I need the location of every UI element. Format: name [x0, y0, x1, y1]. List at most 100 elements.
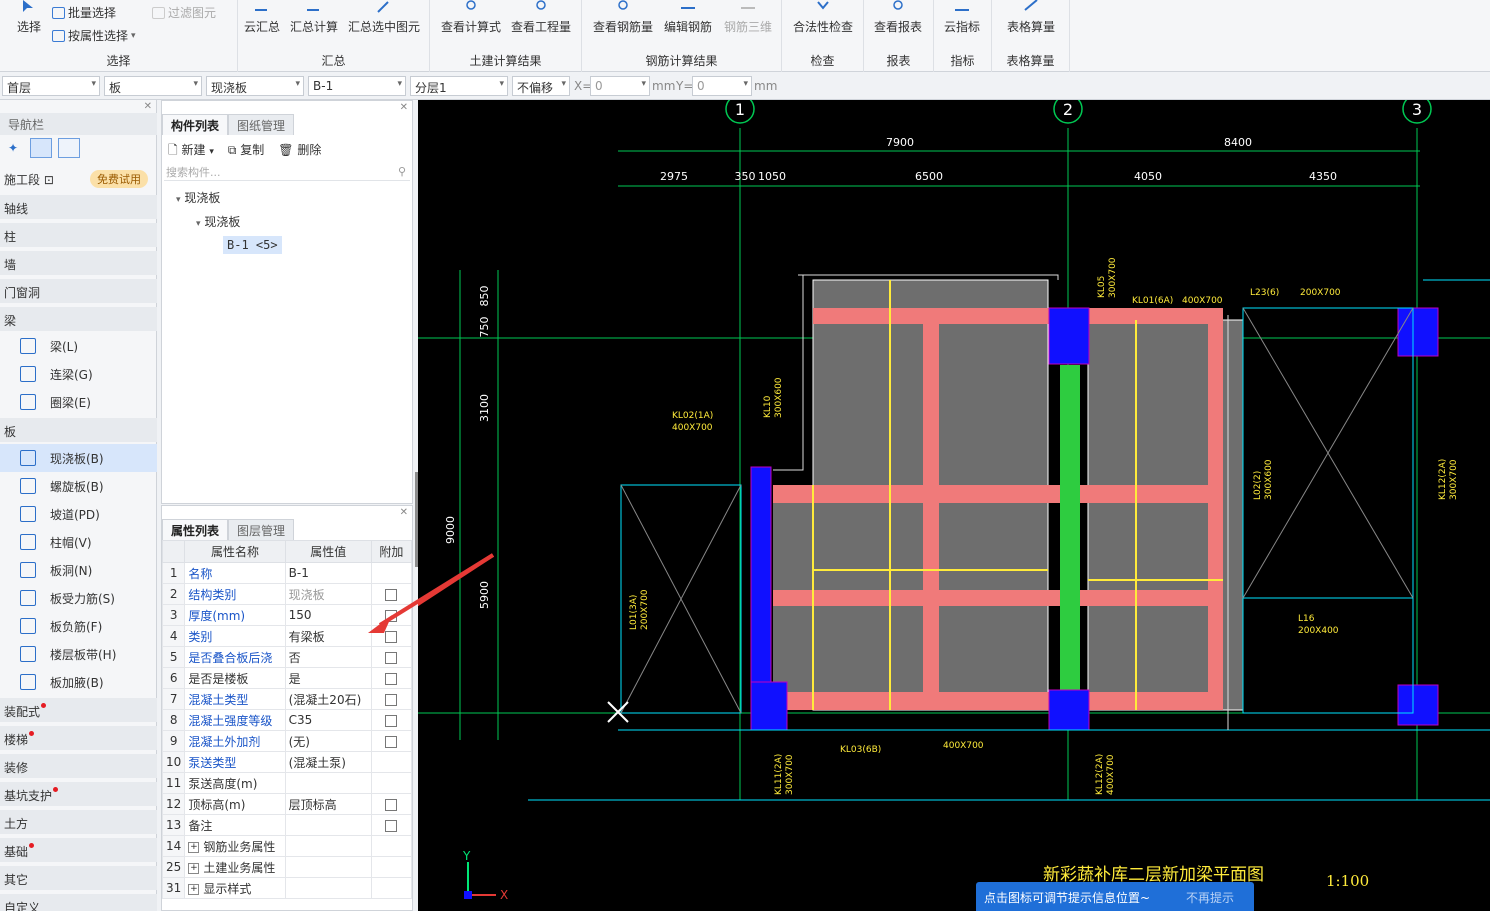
summary-calc-button[interactable]: 汇总计算 [288, 0, 340, 35]
cloud-summary-button[interactable]: 云汇总 [242, 0, 282, 35]
copy-button[interactable]: ⧉ 复制 [228, 141, 264, 157]
nav-item-ring-beam[interactable]: 圈梁(E) [0, 388, 157, 416]
expand-icon[interactable]: + [188, 862, 200, 874]
tree-root[interactable]: ▾ 现浇板 [176, 189, 220, 206]
extra-checkbox[interactable] [385, 651, 398, 664]
view-quantity-button[interactable]: 查看工程量 [508, 0, 574, 35]
tab-property-list[interactable]: 属性列表 [162, 519, 229, 540]
nav-cat-wall[interactable]: 墙 [0, 251, 157, 275]
property-value[interactable]: B-1 [284, 562, 372, 584]
close-icon[interactable]: ✕ [400, 507, 408, 518]
cloud-index-button[interactable]: 云指标 [940, 0, 984, 35]
property-row[interactable]: 14 + 钢筋业务属性 [161, 835, 413, 857]
tree-child[interactable]: ▾ 现浇板 [196, 213, 240, 230]
view-report-button[interactable]: 查看报表 [870, 0, 926, 35]
nav-item-floor-strip[interactable]: 楼层板带(H) [0, 640, 157, 668]
rebar-3d-button[interactable]: 钢筋三维 [720, 0, 776, 35]
nav-item-beam[interactable]: 梁(L) [0, 332, 157, 360]
edit-rebar-button[interactable]: 编辑钢筋 [660, 0, 716, 35]
property-row[interactable]: 9 混凝土外加剂 (无) [161, 730, 413, 752]
batch-select-button[interactable]: 批量选择 [52, 4, 116, 21]
select-button[interactable]: 选择 [14, 0, 44, 35]
x-input[interactable]: 0 [590, 76, 650, 96]
property-value[interactable]: (无) [284, 730, 372, 752]
extra-checkbox[interactable] [385, 693, 398, 706]
pin-icon[interactable]: ✦ [8, 141, 18, 155]
nav-cat-prefab[interactable]: 装配式 [0, 698, 157, 722]
nav-item-ramp[interactable]: 坡道(PD) [0, 500, 157, 528]
property-value[interactable] [284, 814, 372, 836]
extra-checkbox[interactable] [385, 672, 398, 685]
tab-drawing-manager[interactable]: 图纸管理 [228, 114, 295, 135]
property-row[interactable]: 7 混凝土类型 (混凝土20石) [161, 688, 413, 710]
nav-cat-axis[interactable]: 轴线 [0, 195, 157, 219]
property-value[interactable]: 否 [284, 646, 372, 668]
property-row[interactable]: 11 泵送高度(m) [161, 772, 413, 794]
property-row[interactable]: 25 + 土建业务属性 [161, 856, 413, 878]
property-row[interactable]: 5 是否叠合板后浇否 [161, 646, 413, 668]
property-value[interactable] [284, 772, 372, 794]
tab-component-list[interactable]: 构件列表 [162, 114, 229, 135]
filter-elements-button[interactable]: 过滤图元 [152, 4, 216, 21]
property-row[interactable]: 13 备注 [161, 814, 413, 836]
nav-item-cast-slab[interactable]: 现浇板(B) [0, 444, 157, 472]
property-value[interactable] [284, 835, 372, 857]
extra-checkbox[interactable] [385, 819, 398, 832]
property-value[interactable]: 有梁板 [284, 625, 372, 647]
property-row[interactable]: 6 是否是楼板是 [161, 667, 413, 689]
element-type-select[interactable]: 板 [104, 76, 202, 96]
offset-select[interactable]: 不偏移 [512, 76, 570, 96]
property-value[interactable]: 现浇板 [284, 583, 372, 605]
cad-canvas[interactable]: 1 2 3 7900 8400 2975 350 1050 6500 4050 … [415, 100, 1490, 911]
select-by-attr-button[interactable]: 按属性选择 ▾ [52, 27, 136, 44]
nav-item-slab-haunch[interactable]: 板加腋(B) [0, 668, 157, 696]
property-row[interactable]: 12 顶标高(m) 层顶标高 [161, 793, 413, 815]
component-select[interactable]: B-1 [308, 76, 406, 96]
layer-select[interactable]: 分层1 [410, 76, 508, 96]
nav-item-slab-rebar[interactable]: 板受力筋(S) [0, 584, 157, 612]
tab-layer-manager[interactable]: 图层管理 [228, 519, 295, 540]
new-button[interactable]: 🗋 新建 ▾ [168, 141, 214, 157]
property-value[interactable] [284, 877, 372, 899]
nav-cat-decor[interactable]: 装修 [0, 754, 157, 778]
free-trial-badge[interactable]: 免费试用 [90, 170, 148, 188]
extra-checkbox[interactable] [385, 735, 398, 748]
selected-beam[interactable] [1060, 365, 1080, 690]
nav-cat-pit[interactable]: 基坑支护 [0, 782, 157, 806]
search-input[interactable]: 搜索构件... [164, 163, 410, 181]
property-value[interactable]: (混凝土20石) [284, 688, 372, 710]
construction-segment[interactable]: 施工段 ⊡ [4, 171, 54, 188]
nav-item-negative-rebar[interactable]: 板负筋(F) [0, 612, 157, 640]
nav-item-column-cap[interactable]: 柱帽(V) [0, 528, 157, 556]
nav-cat-door-window[interactable]: 门窗洞 [0, 279, 157, 303]
nav-cat-earth[interactable]: 土方 [0, 810, 157, 834]
y-input[interactable]: 0 [692, 76, 752, 96]
floor-select[interactable]: 首层 [2, 76, 100, 96]
list-view-icon[interactable] [30, 138, 52, 158]
property-value[interactable]: 150 [284, 604, 372, 626]
nav-cat-custom[interactable]: 自定义 [0, 894, 157, 911]
property-value[interactable]: 层顶标高 [284, 793, 372, 815]
property-value[interactable]: 是 [284, 667, 372, 689]
nav-item-spiral-slab[interactable]: 螺旋板(B) [0, 472, 157, 500]
nav-cat-beam[interactable]: 梁 [0, 307, 157, 331]
property-row[interactable]: 8 混凝土强度等级 C35 [161, 709, 413, 731]
summary-selected-button[interactable]: 汇总选中图元 [346, 0, 422, 35]
close-icon[interactable]: ✕ [400, 102, 408, 113]
drawing-svg[interactable]: 1 2 3 7900 8400 2975 350 1050 6500 4050 … [418, 100, 1490, 911]
search-icon[interactable]: ⚲ [398, 165, 406, 178]
nav-cat-stair[interactable]: 楼梯 [0, 726, 157, 750]
extra-checkbox[interactable] [385, 798, 398, 811]
property-row[interactable]: 10 泵送类型 (混凝土泵) [161, 751, 413, 773]
detail-view-icon[interactable] [58, 138, 80, 158]
property-value[interactable]: (混凝土泵) [284, 751, 372, 773]
property-value[interactable] [284, 856, 372, 878]
close-icon[interactable]: ✕ [144, 101, 152, 112]
view-rebar-qty-button[interactable]: 查看钢筋量 [590, 0, 656, 35]
table-calc-button[interactable]: 表格算量 [998, 0, 1064, 35]
nav-cat-foundation[interactable]: 基础 [0, 838, 157, 862]
expand-icon[interactable]: + [188, 883, 200, 895]
extra-checkbox[interactable] [385, 714, 398, 727]
delete-button[interactable]: 🗑 删除 [278, 141, 321, 157]
nav-item-coupling-beam[interactable]: 连梁(G) [0, 360, 157, 388]
